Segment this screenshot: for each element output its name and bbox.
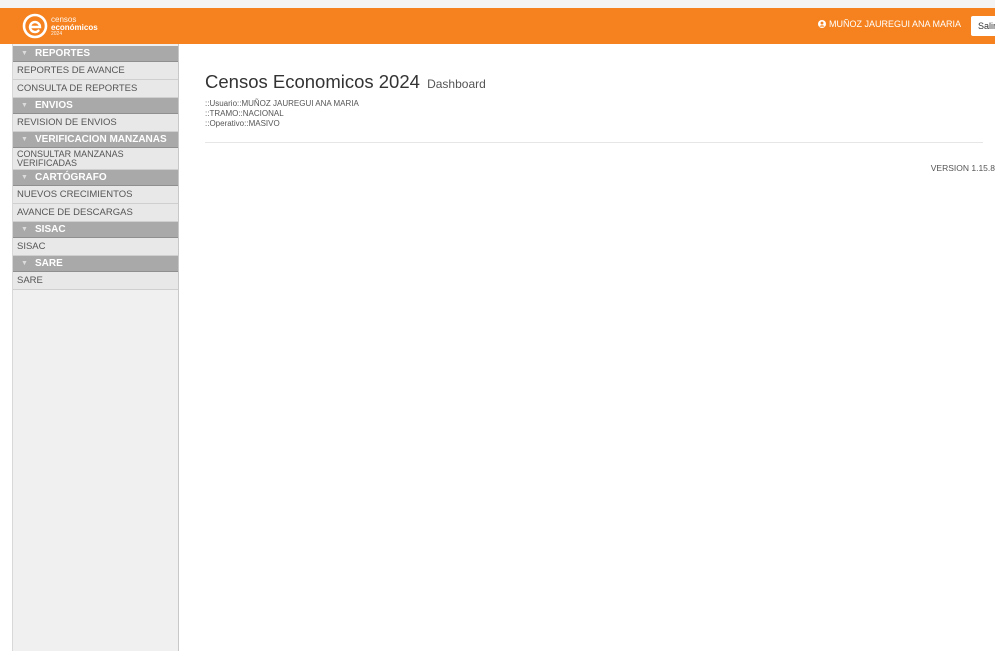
- sidebar-item-consultar-manzanas-verificadas[interactable]: CONSULTAR MANZANAS VERIFICADAS: [13, 148, 178, 170]
- logo-text: censos económicos 2024: [51, 14, 98, 37]
- section-header-verificacion-manzanas[interactable]: ▼ VERIFICACION MANZANAS: [13, 132, 178, 148]
- section-title: REPORTES: [35, 47, 91, 59]
- logo-line-3: 2024: [51, 30, 63, 37]
- top-navbar: censos económicos 2024 MUÑOZ JAUREGUI AN…: [0, 8, 995, 44]
- top-strip: [0, 0, 995, 8]
- section-title: SARE: [35, 257, 63, 269]
- sidebar: ▼ REPORTES REPORTES DE AVANCE CONSULTA D…: [12, 44, 179, 651]
- sidebar-item-avance-de-descargas[interactable]: AVANCE DE DESCARGAS: [13, 204, 178, 222]
- page-title-text: Censos Economicos 2024: [205, 71, 420, 92]
- info-operativo: ::Operativo::MASIVO: [205, 119, 280, 128]
- chevron-down-icon: ▼: [21, 225, 28, 233]
- censos-logo-icon: [22, 13, 48, 39]
- user-menu[interactable]: MUÑOZ JAUREGUI ANA MARIA: [817, 19, 961, 29]
- section-header-envios[interactable]: ▼ ENVIOS: [13, 98, 178, 114]
- page-title: Censos Economicos 2024 Dashboard: [205, 71, 486, 93]
- section-title: ENVIOS: [35, 99, 73, 111]
- info-tramo: ::TRAMO::NACIONAL: [205, 109, 284, 118]
- page-subtitle: Dashboard: [427, 77, 486, 91]
- sidebar-item-sisac[interactable]: SISAC: [13, 238, 178, 256]
- sidebar-item-consulta-de-reportes[interactable]: CONSULTA DE REPORTES: [13, 80, 178, 98]
- section-header-sare[interactable]: ▼ SARE: [13, 256, 178, 272]
- section-header-reportes[interactable]: ▼ REPORTES: [13, 46, 178, 62]
- sidebar-menu: ▼ REPORTES REPORTES DE AVANCE CONSULTA D…: [13, 46, 178, 290]
- chevron-down-icon: ▼: [21, 135, 28, 143]
- sidebar-item-revision-de-envios[interactable]: REVISION DE ENVIOS: [13, 114, 178, 132]
- version-label: VERSION 1.15.8: [930, 163, 995, 173]
- info-usuario: ::Usuario::MUÑOZ JAUREGUI ANA MARIA: [205, 99, 359, 108]
- chevron-down-icon: ▼: [21, 101, 28, 109]
- section-title: CARTÓGRAFO: [35, 171, 107, 183]
- exit-button[interactable]: Salir: [971, 16, 995, 36]
- chevron-down-icon: ▼: [21, 49, 28, 57]
- session-info: ::Usuario::MUÑOZ JAUREGUI ANA MARIA ::TR…: [205, 99, 359, 129]
- divider: [205, 142, 983, 143]
- user-name: MUÑOZ JAUREGUI ANA MARIA: [828, 19, 961, 29]
- section-header-sisac[interactable]: ▼ SISAC: [13, 222, 178, 238]
- censos-logo[interactable]: censos económicos 2024: [22, 11, 98, 41]
- chevron-down-icon: ▼: [21, 173, 28, 181]
- logo-line-1: censos: [51, 14, 77, 24]
- sidebar-item-nuevos-crecimientos[interactable]: NUEVOS CRECIMIENTOS: [13, 186, 178, 204]
- sidebar-item-reportes-de-avance[interactable]: REPORTES DE AVANCE: [13, 62, 178, 80]
- section-header-cartografo[interactable]: ▼ CARTÓGRAFO: [13, 170, 178, 186]
- sidebar-item-sare[interactable]: SARE: [13, 272, 178, 290]
- user-icon: [817, 20, 826, 28]
- section-title: VERIFICACION MANZANAS: [35, 133, 167, 145]
- chevron-down-icon: ▼: [21, 259, 28, 267]
- main-content: Censos Economicos 2024 Dashboard ::Usuar…: [205, 44, 995, 651]
- section-title: SISAC: [35, 223, 66, 235]
